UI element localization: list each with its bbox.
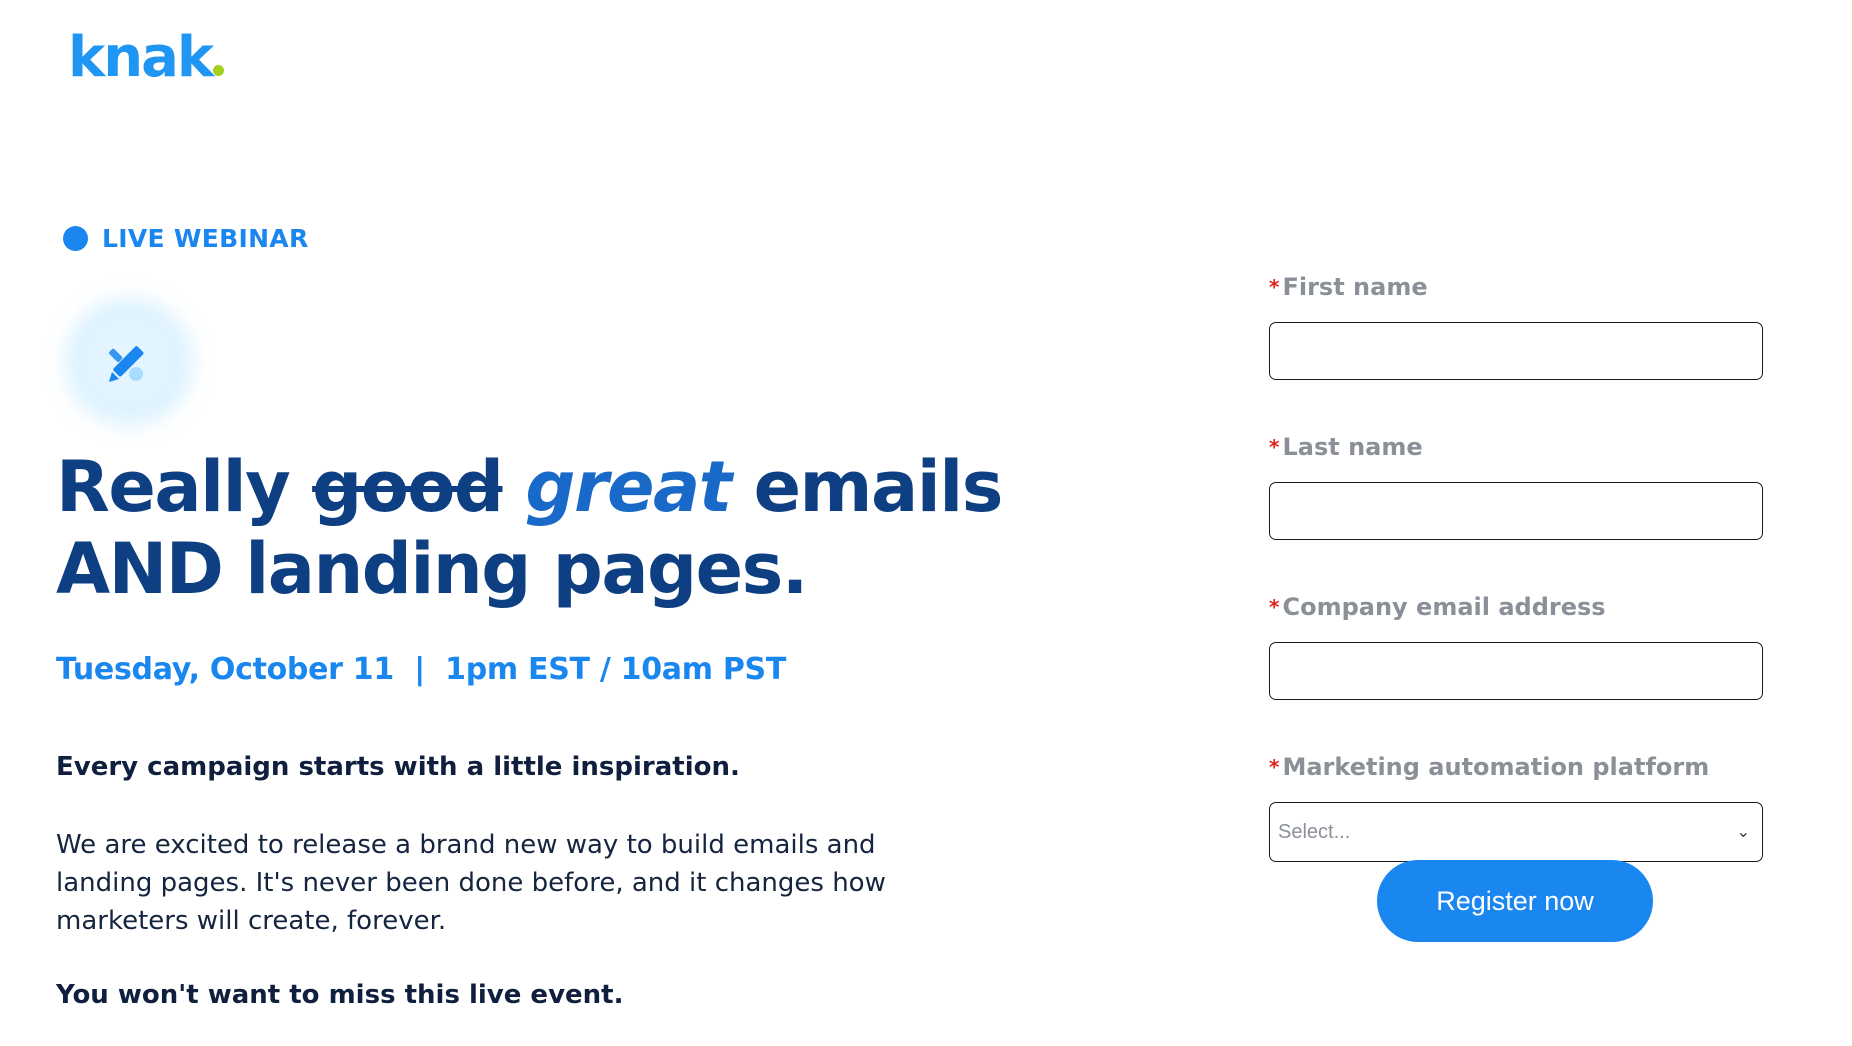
headline-line-2: AND landing pages. <box>56 528 808 610</box>
headline-strikethrough-word: good <box>312 446 504 528</box>
logo-text: knak <box>68 25 214 90</box>
platform-label: * Marketing automation platform <box>1269 753 1710 781</box>
logo-dot <box>213 65 225 76</box>
intro-text: Every campaign starts with a little insp… <box>56 752 740 782</box>
event-date-time: Tuesday, October 11 | 1pm EST / 10am PST <box>56 652 786 687</box>
pencil-badge <box>72 305 186 419</box>
headline-italic-word: great <box>525 446 732 528</box>
company-email-input[interactable] <box>1269 642 1763 700</box>
closing-text: You won't want to miss this live event. <box>56 980 624 1010</box>
registration-form: * First name * Last name * Company email ad… <box>1269 272 1763 862</box>
chevron-down-icon: ⌄ <box>1736 824 1750 841</box>
required-marker: * <box>1269 275 1280 299</box>
webinar-landing-page: knak LIVE WEBINAR Really good great emai… <box>0 0 1852 1046</box>
first-name-field: * First name <box>1269 272 1763 380</box>
last-name-field: * Last name <box>1269 432 1763 540</box>
required-marker: * <box>1269 435 1280 459</box>
last-name-label: * Last name <box>1269 433 1423 461</box>
live-indicator-dot <box>63 226 88 251</box>
register-now-button[interactable]: Register now <box>1377 860 1653 942</box>
last-name-input[interactable] <box>1269 482 1763 540</box>
first-name-input[interactable] <box>1269 322 1763 380</box>
company-email-label: * Company email address <box>1269 593 1606 621</box>
headline-word-emails: emails <box>753 446 1004 528</box>
live-webinar-tag: LIVE WEBINAR <box>63 224 309 253</box>
company-email-field: * Company email address <box>1269 592 1763 700</box>
headline: Really good great emails AND landing pag… <box>56 446 1016 610</box>
description-text: We are excited to release a brand new wa… <box>56 830 886 936</box>
knak-logo[interactable]: knak <box>68 30 225 86</box>
required-marker: * <box>1269 595 1280 619</box>
platform-selected-value: Select... <box>1278 820 1351 843</box>
pencil-icon <box>109 346 144 382</box>
required-marker: * <box>1269 755 1280 779</box>
platform-field: * Marketing automation platform Select...… <box>1269 752 1763 862</box>
first-name-label: * First name <box>1269 273 1428 301</box>
platform-select[interactable]: Select... ⌄ <box>1269 802 1763 862</box>
headline-word-really: Really <box>56 446 291 528</box>
live-webinar-label: LIVE WEBINAR <box>102 224 309 253</box>
